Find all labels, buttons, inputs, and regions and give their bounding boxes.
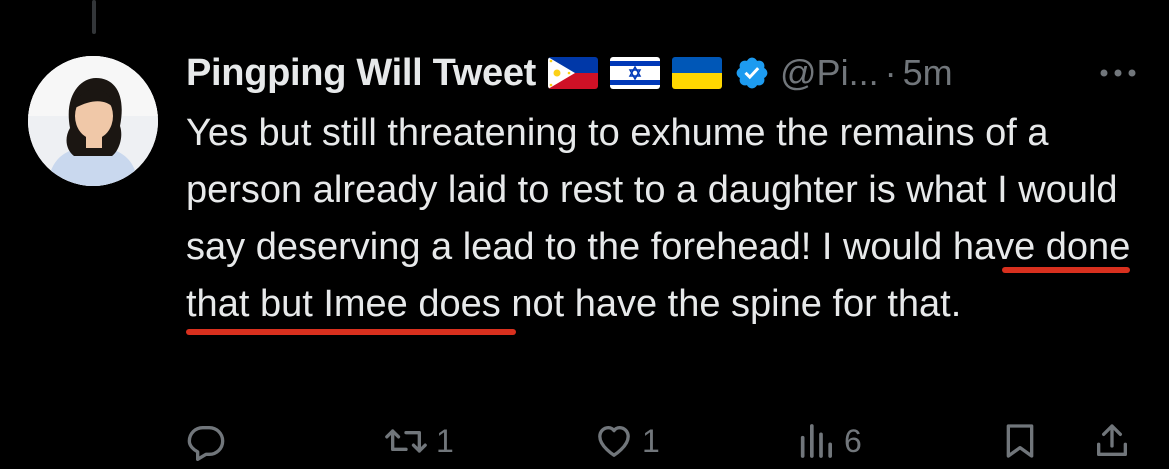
verified-badge-icon[interactable] — [734, 55, 770, 91]
share-icon — [1097, 424, 1127, 456]
retweet-icon — [385, 429, 427, 453]
more-options-button[interactable] — [1096, 58, 1140, 88]
more-icon — [1100, 69, 1136, 77]
red-underline-annotation-1 — [1002, 267, 1130, 273]
reply-icon — [187, 426, 225, 461]
like-count: 1 — [642, 422, 660, 459]
bookmark-icon — [1006, 424, 1034, 458]
separator-dot: · — [884, 52, 897, 93]
user-handle[interactable]: @Pi... — [780, 52, 879, 94]
red-underline-annotation-2 — [186, 329, 516, 335]
views-button[interactable]: 6 — [796, 418, 862, 464]
retweet-count: 1 — [436, 422, 454, 459]
tweet-header: Pingping Will Tweet @Pi... · 5m — [186, 48, 953, 98]
share-button[interactable] — [1092, 418, 1132, 464]
like-button[interactable]: 1 — [594, 418, 660, 464]
philippines-flag-icon — [548, 57, 599, 89]
views-count: 6 — [844, 422, 862, 459]
thread-connector-line — [92, 0, 96, 34]
reply-button[interactable] — [186, 418, 234, 464]
bookmark-button[interactable] — [1000, 418, 1040, 464]
timestamp[interactable]: 5m — [903, 52, 953, 94]
views-icon — [800, 424, 832, 458]
tweet-text: Yes but still threatening to exhume the … — [186, 112, 1131, 325]
display-name[interactable]: Pingping Will Tweet — [186, 52, 536, 95]
avatar[interactable] — [28, 56, 158, 186]
avatar-image — [28, 56, 158, 186]
ukraine-flag-icon — [672, 57, 723, 89]
israel-flag-icon — [610, 57, 661, 89]
retweet-button[interactable]: 1 — [384, 418, 454, 464]
tweet-actions-bar: 1 1 6 — [186, 418, 1146, 464]
like-icon — [598, 426, 630, 457]
